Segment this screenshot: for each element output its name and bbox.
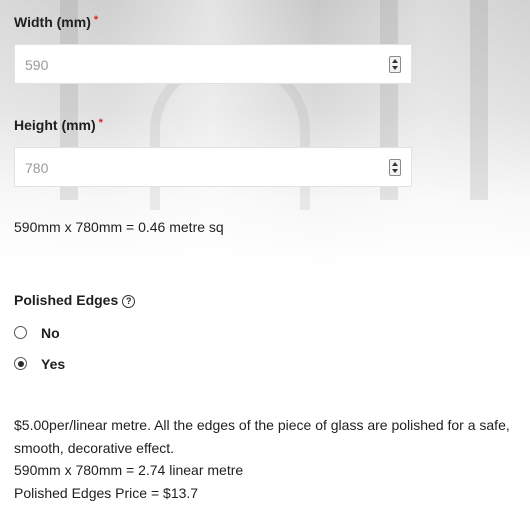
- radio-yes-label[interactable]: Yes: [41, 356, 65, 372]
- width-input-value: 590: [25, 57, 49, 73]
- width-label: Width (mm) *: [14, 14, 98, 30]
- rate-text: $5.00per/linear metre. All the edges of …: [14, 417, 510, 456]
- height-label-text: Height (mm): [14, 117, 96, 133]
- product-options-form: Width (mm) * 590 Height (mm) * 780 590mm x…: [0, 0, 530, 516]
- price-text: Polished Edges Price = $13.7: [14, 484, 199, 501]
- width-label-text: Width (mm): [14, 14, 91, 30]
- spinner-down-icon[interactable]: [392, 66, 398, 70]
- required-asterisk: *: [98, 117, 103, 129]
- width-spinner[interactable]: [389, 56, 401, 73]
- radio-no-label[interactable]: No: [41, 325, 60, 341]
- area-summary: 590mm x 780mm = 0.46 metre sq: [14, 219, 224, 235]
- question-circle-icon[interactable]: ?: [122, 295, 136, 308]
- required-asterisk: *: [93, 14, 99, 26]
- spinner-up-icon[interactable]: [392, 59, 398, 63]
- width-input[interactable]: 590: [14, 44, 412, 84]
- height-spinner[interactable]: [389, 159, 401, 176]
- polished-edges-label-text: Polished Edges: [14, 292, 119, 308]
- polished-edges-label: Polished Edges?: [14, 292, 136, 308]
- spinner-down-icon[interactable]: [392, 169, 398, 173]
- radio-yes[interactable]: [14, 357, 27, 370]
- radio-no[interactable]: [14, 326, 27, 339]
- linear-summary: 590mm x 780mm = 2.74 linear metre: [14, 462, 244, 478]
- height-input-value: 780: [25, 160, 49, 176]
- height-input[interactable]: 780: [14, 147, 412, 187]
- spinner-up-icon[interactable]: [392, 162, 398, 166]
- height-label: Height (mm) *: [14, 117, 103, 133]
- polished-edges-description: $5.00per/linear metre. All the edges of …: [14, 414, 514, 504]
